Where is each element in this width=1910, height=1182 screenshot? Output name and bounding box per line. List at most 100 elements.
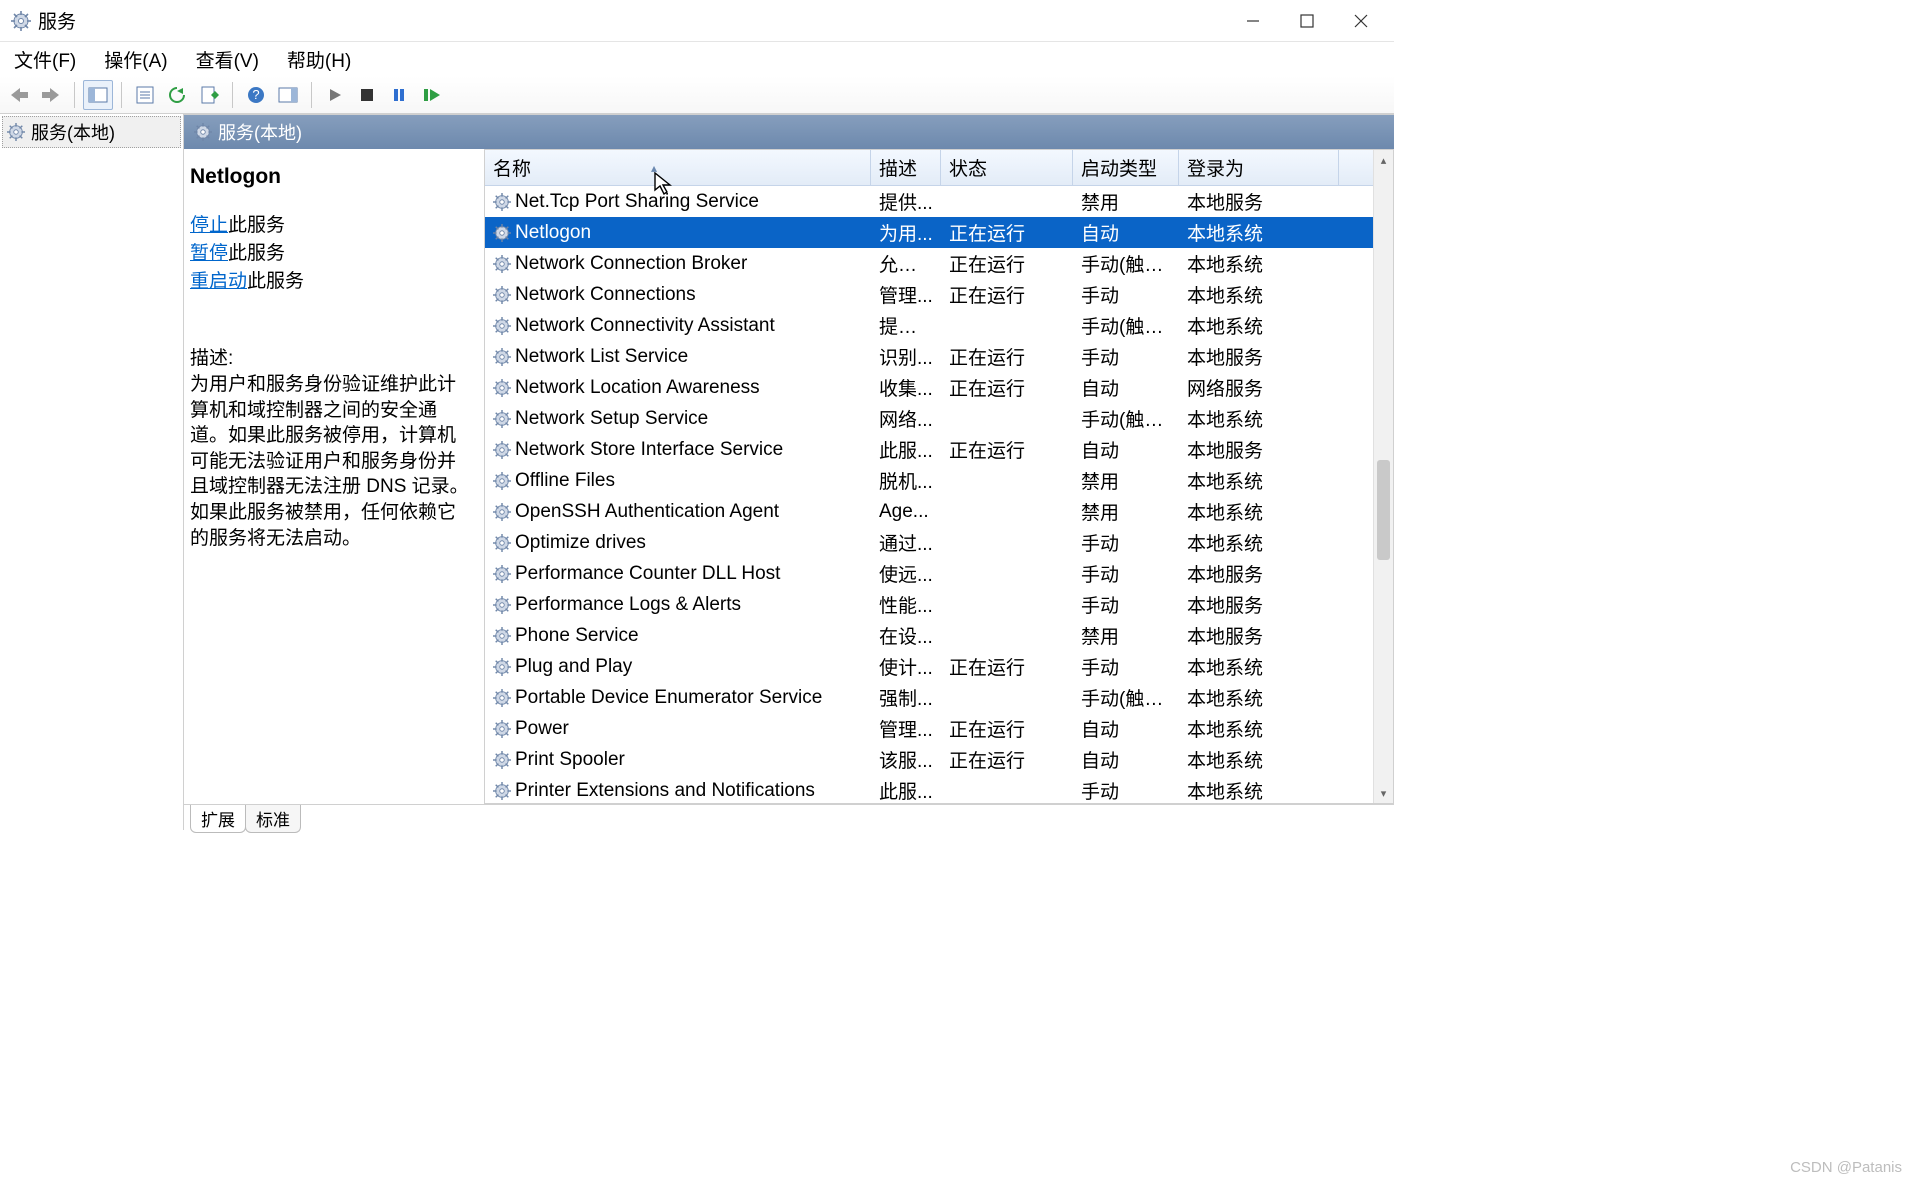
refresh-button[interactable] bbox=[162, 80, 192, 110]
table-row[interactable]: Offline Files脱机...禁用本地系统 bbox=[485, 465, 1373, 496]
cell-desc: 使远... bbox=[871, 560, 941, 587]
table-row[interactable]: Performance Logs & Alerts性能...手动本地服务 bbox=[485, 589, 1373, 620]
table-row[interactable]: Net.Tcp Port Sharing Service提供...禁用本地服务 bbox=[485, 186, 1373, 217]
pause-service-button[interactable] bbox=[384, 80, 414, 110]
table-row[interactable]: Network Location Awareness收集...正在运行自动网络服… bbox=[485, 372, 1373, 403]
restart-link[interactable]: 重启动 bbox=[190, 271, 247, 292]
cell-name: Printer Extensions and Notifications bbox=[485, 780, 871, 802]
cell-status: 正在运行 bbox=[941, 715, 1073, 742]
col-header-status[interactable]: 状态 bbox=[941, 150, 1073, 185]
cell-status: 正在运行 bbox=[941, 250, 1073, 277]
table-row[interactable]: Performance Counter DLL Host使远...手动本地服务 bbox=[485, 558, 1373, 589]
col-header-start[interactable]: 启动类型 bbox=[1073, 150, 1179, 185]
cell-desc: 收集... bbox=[871, 374, 941, 401]
column-headers: 名称 ▴ 描述 状态 启动类型 登录为 bbox=[485, 150, 1373, 186]
cell-status: 正在运行 bbox=[941, 653, 1073, 680]
cell-desc: 使计... bbox=[871, 653, 941, 680]
cell-start-type: 手动 bbox=[1073, 777, 1179, 803]
gear-icon bbox=[493, 472, 511, 490]
pane-content: Netlogon 停止此服务 暂停此服务 重启动此服务 描述: 为用户和服务身份… bbox=[184, 149, 1394, 804]
service-name-label: Net.Tcp Port Sharing Service bbox=[515, 191, 759, 213]
show-hide-action-button[interactable] bbox=[273, 80, 303, 110]
export-button[interactable] bbox=[194, 80, 224, 110]
vertical-scrollbar[interactable]: ▴ ▾ bbox=[1373, 150, 1393, 803]
table-row[interactable]: Network Store Interface Service此服...正在运行… bbox=[485, 434, 1373, 465]
table-row[interactable]: Network Connectivity Assistant提供 ...手动(触… bbox=[485, 310, 1373, 341]
minimize-button[interactable] bbox=[1226, 2, 1280, 40]
scroll-up-icon[interactable]: ▴ bbox=[1374, 150, 1393, 170]
start-service-button[interactable] bbox=[320, 80, 350, 110]
gear-icon bbox=[493, 534, 511, 552]
cell-start-type: 手动 bbox=[1073, 343, 1179, 370]
restart-service-button[interactable] bbox=[416, 80, 446, 110]
table-row[interactable]: OpenSSH Authentication AgentAge...禁用本地系统 bbox=[485, 496, 1373, 527]
cell-logon: 本地服务 bbox=[1179, 591, 1339, 618]
menu-view[interactable]: 查看(V) bbox=[196, 46, 259, 73]
pause-link[interactable]: 暂停 bbox=[190, 243, 228, 264]
cell-status: 正在运行 bbox=[941, 436, 1073, 463]
stop-link[interactable]: 停止 bbox=[190, 215, 228, 236]
table-row[interactable]: Power管理...正在运行自动本地系统 bbox=[485, 713, 1373, 744]
cell-logon: 本地系统 bbox=[1179, 281, 1339, 308]
gear-icon bbox=[493, 720, 511, 738]
help-button[interactable]: ? bbox=[241, 80, 271, 110]
nav-forward-button[interactable] bbox=[36, 80, 66, 110]
cell-start-type: 手动(触发... bbox=[1073, 250, 1179, 277]
cell-name: Offline Files bbox=[485, 470, 871, 492]
scroll-down-icon[interactable]: ▾ bbox=[1374, 783, 1393, 803]
cell-logon: 本地系统 bbox=[1179, 312, 1339, 339]
close-button[interactable] bbox=[1334, 2, 1388, 40]
cell-logon: 本地服务 bbox=[1179, 560, 1339, 587]
cell-start-type: 禁用 bbox=[1073, 498, 1179, 525]
table-row[interactable]: Plug and Play使计...正在运行手动本地系统 bbox=[485, 651, 1373, 682]
table-row[interactable]: Optimize drives通过...手动本地系统 bbox=[485, 527, 1373, 558]
show-hide-tree-button[interactable] bbox=[83, 80, 113, 110]
cell-logon: 本地系统 bbox=[1179, 498, 1339, 525]
properties-button[interactable] bbox=[130, 80, 160, 110]
action-suffix: 此服务 bbox=[247, 271, 304, 292]
table-row[interactable]: Printer Extensions and Notifications此服..… bbox=[485, 775, 1373, 803]
table-row[interactable]: Print Spooler该服...正在运行自动本地系统 bbox=[485, 744, 1373, 775]
svg-text:?: ? bbox=[252, 87, 259, 102]
tab-extended[interactable]: 扩展 bbox=[190, 805, 246, 833]
table-row[interactable]: Network Connection Broker允许 ...正在运行手动(触发… bbox=[485, 248, 1373, 279]
nav-back-button[interactable] bbox=[4, 80, 34, 110]
tree-item-services-local[interactable]: 服务(本地) bbox=[2, 116, 181, 148]
cell-desc: 该服... bbox=[871, 746, 941, 773]
desc-label: 描述: bbox=[190, 346, 472, 372]
gear-icon bbox=[493, 255, 511, 273]
table-row[interactable]: Network Connections管理...正在运行手动本地系统 bbox=[485, 279, 1373, 310]
col-header-desc[interactable]: 描述 bbox=[871, 150, 941, 185]
table-row[interactable]: Network List Service识别...正在运行手动本地服务 bbox=[485, 341, 1373, 372]
pane-title: 服务(本地) bbox=[218, 119, 302, 145]
stop-service-button[interactable] bbox=[352, 80, 382, 110]
cell-desc: 管理... bbox=[871, 281, 941, 308]
cell-start-type: 手动 bbox=[1073, 560, 1179, 587]
menu-action[interactable]: 操作(A) bbox=[104, 46, 167, 73]
tab-standard[interactable]: 标准 bbox=[245, 805, 301, 833]
col-header-name[interactable]: 名称 ▴ bbox=[485, 150, 871, 185]
gear-icon bbox=[493, 410, 511, 428]
scroll-track[interactable] bbox=[1374, 170, 1393, 783]
menu-help[interactable]: 帮助(H) bbox=[287, 46, 351, 73]
table-row[interactable]: Phone Service在设...禁用本地服务 bbox=[485, 620, 1373, 651]
menu-file[interactable]: 文件(F) bbox=[14, 46, 76, 73]
table-row[interactable]: Network Setup Service网络...手动(触发...本地系统 bbox=[485, 403, 1373, 434]
table-row[interactable]: Netlogon为用...正在运行自动本地系统 bbox=[485, 217, 1373, 248]
cell-start-type: 手动(触发... bbox=[1073, 684, 1179, 711]
col-header-logon[interactable]: 登录为 bbox=[1179, 150, 1339, 185]
toolbar-divider bbox=[121, 82, 122, 108]
gear-icon bbox=[493, 224, 511, 242]
cell-logon: 本地系统 bbox=[1179, 777, 1339, 803]
cell-name: Network List Service bbox=[485, 346, 871, 368]
table-row[interactable]: Portable Device Enumerator Service强制...手… bbox=[485, 682, 1373, 713]
scroll-thumb[interactable] bbox=[1377, 460, 1390, 560]
service-name-label: Network List Service bbox=[515, 346, 688, 368]
cell-logon: 网络服务 bbox=[1179, 374, 1339, 401]
cell-start-type: 禁用 bbox=[1073, 467, 1179, 494]
service-name-label: Portable Device Enumerator Service bbox=[515, 687, 822, 709]
gear-icon bbox=[493, 658, 511, 676]
cell-desc: 管理... bbox=[871, 715, 941, 742]
maximize-button[interactable] bbox=[1280, 2, 1334, 40]
watermark: CSDN @Patanis bbox=[1790, 1159, 1902, 1176]
